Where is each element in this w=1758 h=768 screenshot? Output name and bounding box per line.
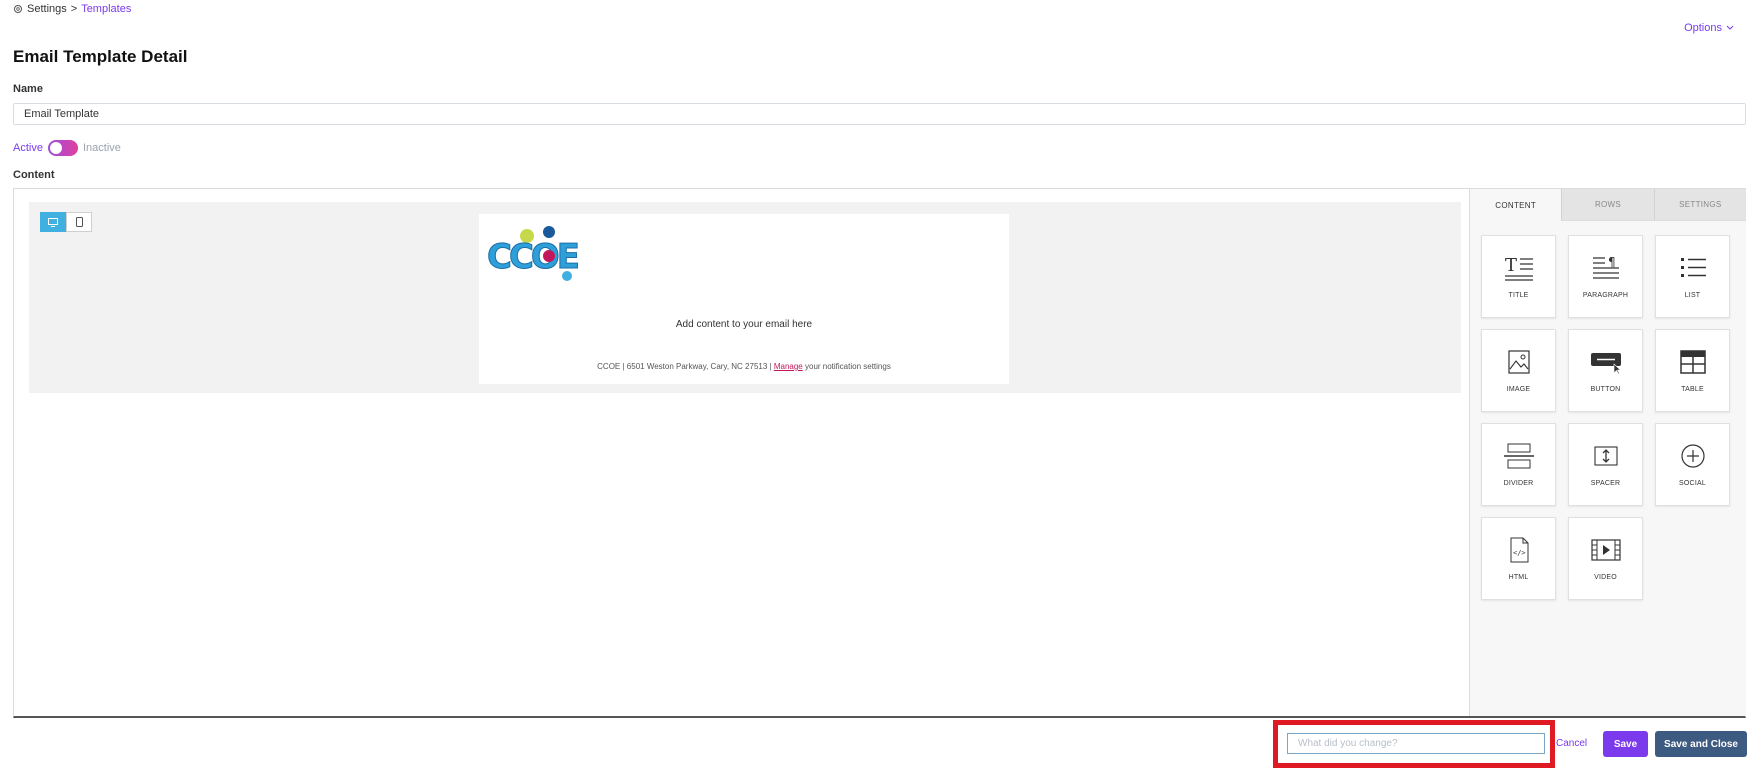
page-title: Email Template Detail	[13, 47, 188, 66]
options-label: Options	[1684, 22, 1722, 34]
gear-icon	[14, 5, 22, 13]
block-table[interactable]: TABLE	[1655, 329, 1730, 412]
block-title-label: TITLE	[1508, 292, 1529, 299]
social-icon	[1680, 444, 1705, 468]
divider-icon	[1503, 443, 1534, 469]
change-note-input[interactable]	[1287, 733, 1545, 754]
content-label: Content	[13, 169, 55, 181]
tab-rows[interactable]: ROWS	[1561, 189, 1654, 221]
switch-knob	[49, 142, 62, 154]
block-video[interactable]: VIDEO	[1568, 517, 1643, 600]
button-block-icon	[1590, 353, 1621, 375]
ccoe-logo: CCOE	[487, 226, 581, 281]
block-html-label: HTML	[1508, 574, 1529, 581]
device-toggle	[40, 212, 92, 232]
email-preview[interactable]: CCOE Add content to your email here CCOE…	[479, 214, 1009, 384]
block-video-label: VIDEO	[1594, 574, 1617, 581]
block-image[interactable]: IMAGE	[1481, 329, 1556, 412]
video-icon	[1590, 539, 1621, 561]
options-menu[interactable]: Options	[1684, 22, 1734, 34]
block-button[interactable]: BUTTON	[1568, 329, 1643, 412]
breadcrumb: Settings > Templates	[13, 3, 131, 15]
svg-text:¶: ¶	[1608, 255, 1616, 269]
block-spacer-label: SPACER	[1590, 480, 1621, 487]
editor-canvas[interactable]: CCOE Add content to your email here CCOE…	[29, 202, 1461, 393]
block-table-label: TABLE	[1681, 386, 1704, 393]
block-title[interactable]: T TITLE	[1481, 235, 1556, 318]
status-toggle-row: Active Inactive	[13, 140, 121, 156]
title-icon: T	[1504, 255, 1533, 281]
svg-text:T: T	[1505, 255, 1517, 276]
save-and-close-button[interactable]: Save and Close	[1655, 731, 1747, 757]
footer-address: CCOE | 6501 Weston Parkway, Cary, NC 275…	[597, 362, 772, 371]
manage-link[interactable]: Manage	[774, 362, 803, 371]
desktop-icon	[48, 217, 58, 227]
block-social[interactable]: SOCIAL	[1655, 423, 1730, 506]
email-body-text: Add content to your email here	[675, 319, 813, 330]
chevron-down-icon	[1726, 25, 1734, 30]
breadcrumb-separator: >	[70, 3, 78, 15]
image-icon	[1507, 350, 1530, 374]
logo-text: CCOE	[487, 237, 578, 277]
footer-suffix: your notification settings	[805, 362, 891, 371]
name-label: Name	[13, 83, 43, 95]
block-list[interactable]: LIST	[1655, 235, 1730, 318]
blocks-sidebar: CONTENT ROWS SETTINGS T TITLE ¶ PARAGRAP…	[1469, 189, 1746, 716]
block-spacer[interactable]: SPACER	[1568, 423, 1643, 506]
block-grid: T TITLE ¶ PARAGRAPH LIST IMAGE BUTTON TA…	[1481, 235, 1730, 600]
mobile-icon	[75, 217, 83, 227]
save-button[interactable]: Save	[1603, 731, 1648, 757]
block-paragraph-label: PARAGRAPH	[1582, 292, 1629, 299]
breadcrumb-templates[interactable]: Templates	[81, 3, 131, 15]
block-html[interactable]: </> HTML	[1481, 517, 1556, 600]
block-list-label: LIST	[1684, 292, 1701, 299]
tab-settings[interactable]: SETTINGS	[1653, 189, 1746, 221]
block-image-label: IMAGE	[1506, 386, 1531, 393]
inactive-label: Inactive	[82, 142, 121, 154]
desktop-view-button[interactable]	[40, 212, 66, 232]
email-editor: CCOE Add content to your email here CCOE…	[13, 188, 1746, 718]
block-button-label: BUTTON	[1590, 386, 1621, 393]
sidebar-tabs: CONTENT ROWS SETTINGS	[1470, 189, 1746, 221]
html-icon: </>	[1510, 537, 1528, 563]
list-icon	[1680, 258, 1706, 277]
template-name-input[interactable]	[13, 103, 1746, 125]
block-divider-label: DIVIDER	[1503, 480, 1534, 487]
block-social-label: SOCIAL	[1679, 480, 1706, 487]
table-icon	[1679, 350, 1706, 374]
tab-content[interactable]: CONTENT	[1470, 189, 1562, 221]
status-switch[interactable]	[47, 140, 78, 156]
svg-text:</>: </>	[1513, 549, 1526, 557]
block-divider[interactable]: DIVIDER	[1481, 423, 1556, 506]
breadcrumb-settings[interactable]: Settings	[27, 3, 67, 15]
active-label: Active	[13, 142, 43, 154]
email-footer: CCOE | 6501 Weston Parkway, Cary, NC 275…	[479, 362, 1009, 371]
cancel-button[interactable]: Cancel	[1556, 738, 1587, 749]
paragraph-icon: ¶	[1592, 255, 1619, 279]
block-paragraph[interactable]: ¶ PARAGRAPH	[1568, 235, 1643, 318]
mobile-view-button[interactable]	[66, 212, 92, 232]
spacer-icon	[1593, 446, 1618, 466]
